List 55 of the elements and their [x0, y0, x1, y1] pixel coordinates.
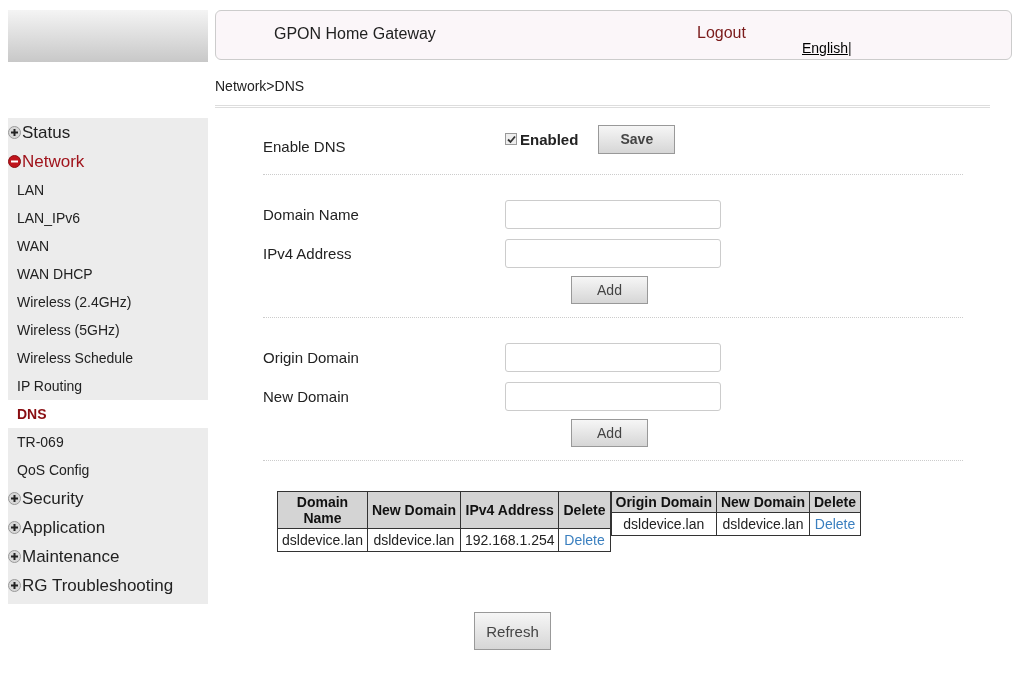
plus-icon	[8, 550, 21, 563]
plus-icon	[8, 126, 21, 139]
enable-checkbox[interactable]: Enabled	[505, 130, 579, 148]
input-field[interactable]	[505, 200, 721, 229]
table-cell: dsldevice.lan	[722, 516, 804, 532]
menu-item[interactable]: TR-069	[8, 428, 208, 456]
breadcrumb: Network>DNS	[215, 78, 306, 96]
plus-icon	[8, 579, 21, 592]
menu-item[interactable]: Wireless (5GHz)	[8, 316, 208, 344]
input-field[interactable]	[505, 343, 721, 372]
column-header: IPv4 Address	[460, 491, 559, 529]
minus-icon	[8, 155, 21, 168]
checkmark-icon	[506, 134, 516, 144]
table-cell: dsldevice.lan	[282, 532, 363, 548]
column-header: New Domain	[716, 491, 810, 513]
menu-group[interactable]: Status	[8, 118, 208, 147]
menu-item[interactable]: QoS Config	[8, 456, 208, 484]
column-header: Delete	[559, 491, 610, 529]
table-cell: dsldevice.lan	[623, 516, 705, 532]
column-header: Delete	[809, 491, 861, 513]
gateway-title: GPON Home Gateway	[274, 25, 436, 43]
input-field[interactable]	[505, 382, 721, 411]
field-label: IPv4 Address	[263, 245, 353, 262]
table-cell: dsldevice.lan	[373, 532, 455, 548]
table-cell: 192.168.1.254	[464, 532, 555, 548]
column-header: Domain Name	[277, 491, 368, 529]
menu-item[interactable]: WAN DHCP	[8, 260, 208, 288]
field-label: Enable DNS	[263, 137, 347, 155]
add-button[interactable]: Add	[571, 276, 648, 304]
language-link[interactable]: English	[802, 40, 848, 56]
menu-item[interactable]: Wireless Schedule	[8, 344, 208, 372]
menu-group[interactable]: Network	[8, 147, 208, 176]
menu-item[interactable]: Wireless (2.4GHz)	[8, 288, 208, 316]
menu-group[interactable]: RG Troubleshooting	[8, 571, 208, 600]
input-field[interactable]	[505, 239, 721, 268]
field-label: Domain Name	[263, 206, 360, 223]
menu-item[interactable]: WAN	[8, 232, 208, 260]
logout-link[interactable]: Logout	[697, 24, 746, 42]
add-button[interactable]: Add	[571, 419, 648, 447]
field-label: Origin Domain	[263, 349, 360, 366]
plus-icon	[8, 521, 21, 534]
menu-group[interactable]: Application	[8, 513, 208, 542]
menu-item[interactable]: DNS	[8, 400, 208, 428]
save-button[interactable]: Save	[598, 124, 676, 154]
menu-item[interactable]: LAN_IPv6	[8, 204, 208, 232]
menu-item[interactable]: IP Routing	[8, 372, 208, 400]
field-label: New Domain	[263, 388, 350, 405]
plus-icon	[8, 492, 21, 505]
refresh-button[interactable]: Refresh	[474, 612, 551, 650]
separator-text: |	[847, 40, 852, 56]
column-header: New Domain	[367, 491, 461, 529]
menu-group[interactable]: Maintenance	[8, 542, 208, 571]
menu-item[interactable]: LAN	[8, 176, 208, 204]
column-header: Origin Domain	[611, 491, 717, 513]
menu-group[interactable]: Security	[8, 484, 208, 513]
